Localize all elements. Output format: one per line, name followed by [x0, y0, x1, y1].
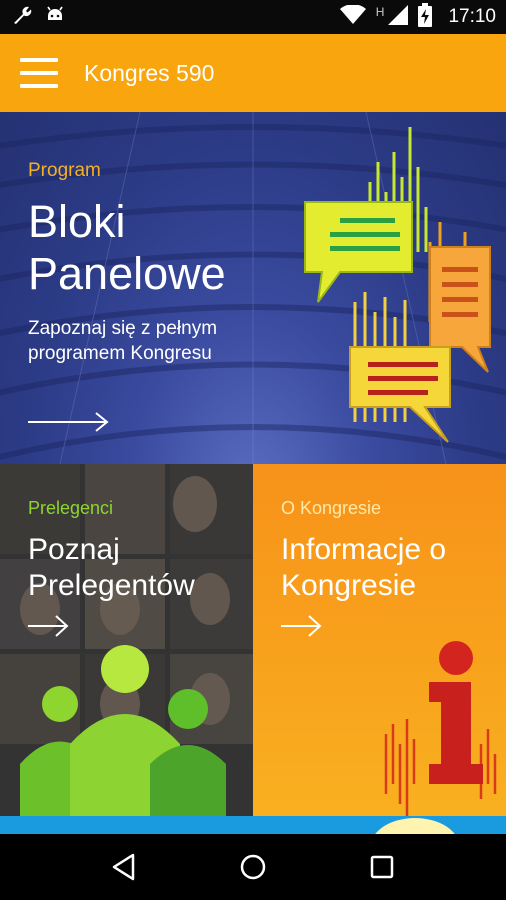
- program-headline-line1: Bloki: [28, 196, 126, 247]
- about-headline-line2: Kongresie: [281, 569, 417, 602]
- chat-bubbles-illustration: [304, 127, 491, 443]
- android-debug-icon: [44, 4, 66, 31]
- signal-icon: [388, 4, 409, 30]
- home-icon[interactable]: [231, 845, 275, 889]
- arrow-right-icon: [28, 615, 69, 637]
- speakers-headline-line1: Poznaj: [28, 533, 120, 566]
- about-headline-line1: Informacje o: [281, 533, 447, 566]
- arrow-right-icon: [281, 615, 322, 637]
- network-type-label: H: [375, 4, 385, 19]
- clock: 17:10: [448, 6, 496, 27]
- battery-charging-icon: [418, 2, 433, 32]
- about-headline: Informacje o Kongresie: [281, 532, 446, 604]
- app-title: Kongres 590: [84, 59, 215, 86]
- hamburger-menu-icon[interactable]: [20, 58, 58, 88]
- back-icon[interactable]: [102, 845, 146, 889]
- program-tile[interactable]: Program Bloki Panelowe Zapoznaj się z pe…: [0, 112, 506, 464]
- wifi-icon: [339, 3, 366, 30]
- speakers-headline: Poznaj Prelegentów: [28, 532, 195, 604]
- arrow-right-icon: [28, 412, 109, 432]
- app-bar: Kongres 590: [0, 34, 506, 112]
- program-headline-line2: Panelowe: [28, 248, 226, 299]
- program-desc-line2: programem Kongresu: [28, 343, 212, 364]
- program-description: Zapoznaj się z pełnym programem Kongresu: [28, 316, 288, 366]
- info-icon: [384, 641, 497, 816]
- program-desc-line1: Zapoznaj się z pełnym: [28, 318, 218, 339]
- system-nav-bar: [0, 834, 506, 900]
- status-bar: H 17:10: [0, 0, 506, 34]
- speakers-tile[interactable]: Prelegenci Poznaj Prelegentów: [0, 464, 253, 816]
- recents-icon[interactable]: [360, 845, 404, 889]
- program-kicker: Program: [28, 160, 101, 181]
- speakers-kicker: Prelegenci: [28, 498, 114, 518]
- next-tile-peek[interactable]: [0, 816, 506, 834]
- about-kicker: O Kongresie: [281, 498, 382, 518]
- about-congress-tile[interactable]: O Kongresie Informacje o Kongresie: [253, 464, 506, 816]
- speakers-headline-line2: Prelegentów: [28, 569, 195, 602]
- wrench-icon: [10, 3, 34, 32]
- program-headline: Bloki Panelowe: [28, 196, 328, 300]
